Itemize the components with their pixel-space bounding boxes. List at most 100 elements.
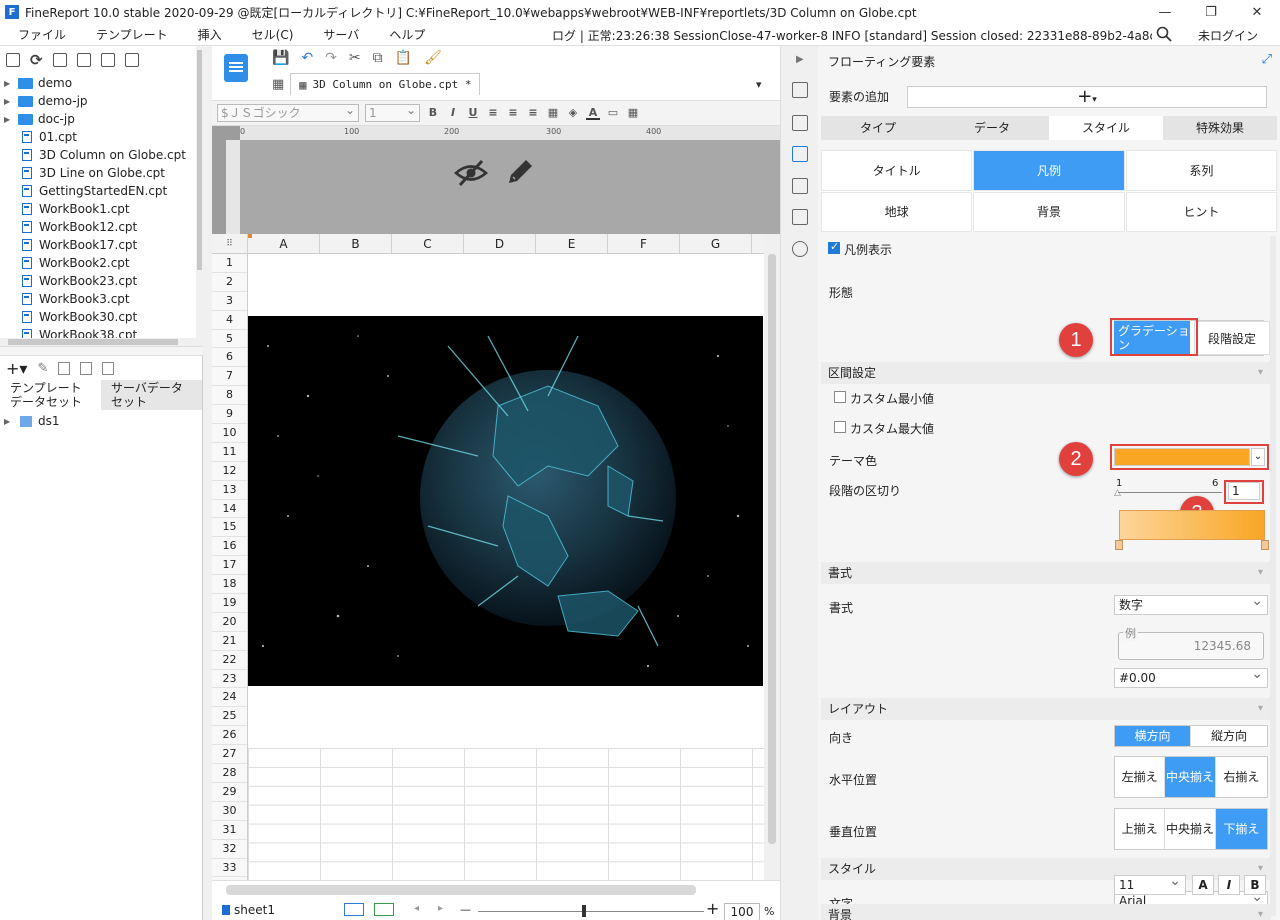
layout-section-header[interactable]: レイアウト — [821, 698, 1271, 720]
minimize-button[interactable]: — — [1142, 0, 1188, 24]
globe-chart[interactable] — [248, 316, 763, 686]
row-number[interactable]: 32 — [212, 840, 247, 859]
fill-color-icon[interactable]: ◈ — [566, 106, 580, 120]
vpos-top-option[interactable]: 上揃え — [1115, 809, 1166, 849]
column-g[interactable]: G — [680, 234, 752, 254]
align-center-icon[interactable]: ≡ — [506, 106, 520, 120]
tree-file[interactable]: WorkBook12.cpt — [0, 218, 196, 236]
row-number[interactable]: 25 — [212, 707, 247, 727]
preview-icon[interactable] — [80, 361, 93, 375]
menu-cell[interactable]: セル(C) — [234, 26, 306, 43]
row-number[interactable]: 3 — [212, 292, 247, 311]
grid-icon[interactable]: ▦ — [272, 77, 284, 92]
cell-element-icon[interactable] — [792, 115, 808, 131]
hpos-center-option[interactable]: 中央揃え — [1165, 757, 1216, 797]
row-number[interactable]: 5 — [212, 330, 247, 349]
row-number[interactable]: 2 — [212, 273, 247, 292]
italic-button[interactable]: I — [446, 106, 460, 120]
row-number[interactable]: 26 — [212, 726, 247, 746]
row-number[interactable]: 1 — [212, 254, 247, 273]
row-number[interactable]: 18 — [212, 575, 247, 595]
column-b[interactable]: B — [320, 234, 392, 254]
condition-icon[interactable] — [792, 209, 808, 225]
delete-icon[interactable] — [100, 53, 115, 67]
search-icon[interactable] — [1156, 26, 1172, 45]
expand-icon[interactable]: ▶ — [4, 79, 16, 88]
gradient-stop-right[interactable] — [1261, 540, 1269, 550]
tree-file[interactable]: WorkBook38.cpt — [0, 326, 196, 338]
tree-file[interactable]: WorkBook17.cpt — [0, 236, 196, 254]
subtab-background[interactable]: 背景 — [973, 191, 1125, 232]
settings-icon[interactable] — [76, 53, 91, 67]
tree-file[interactable]: WorkBook2.cpt — [0, 254, 196, 272]
row-number[interactable]: 13 — [212, 481, 247, 500]
widget-icon[interactable] — [792, 178, 808, 194]
tree-file[interactable]: 3D Column on Globe.cpt — [0, 146, 196, 164]
row-number[interactable]: 14 — [212, 500, 247, 519]
column-d[interactable]: D — [464, 234, 536, 254]
column-e[interactable]: E — [536, 234, 608, 254]
orient-vertical-option[interactable]: 縦方向 — [1191, 726, 1267, 746]
merge-icon[interactable]: ▭ — [606, 106, 620, 120]
row-number[interactable]: 17 — [212, 556, 247, 576]
menu-server[interactable]: サーバ — [305, 26, 371, 43]
add-sheet-icon[interactable] — [344, 903, 364, 916]
tab-server-dataset[interactable]: サーバデータ セット — [101, 380, 202, 410]
menu-template[interactable]: テンプレート — [78, 26, 180, 43]
row-number[interactable]: 19 — [212, 594, 247, 613]
row-number[interactable]: 7 — [212, 367, 247, 387]
row-number[interactable]: 10 — [212, 424, 247, 443]
format-section-header[interactable]: 書式 — [821, 562, 1271, 584]
tree-file[interactable]: WorkBook3.cpt — [0, 290, 196, 308]
tab-type[interactable]: タイプ — [821, 116, 935, 140]
row-number[interactable]: 27 — [212, 745, 247, 765]
zoom-out-button[interactable]: — — [460, 903, 471, 916]
new-folder-icon[interactable] — [6, 53, 20, 67]
row-number[interactable]: 15 — [212, 518, 247, 538]
subtab-legend[interactable]: 凡例 — [973, 150, 1125, 191]
subtab-title[interactable]: タイトル — [821, 150, 973, 191]
menu-help[interactable]: ヘルプ — [371, 26, 437, 43]
template-icon[interactable] — [52, 53, 67, 67]
column-f[interactable]: F — [608, 234, 680, 254]
gradient-stop-left[interactable] — [1115, 540, 1123, 550]
tree-hscrollbar[interactable] — [0, 338, 196, 346]
row-number[interactable]: 11 — [212, 443, 247, 462]
hide-eye-icon[interactable] — [454, 158, 488, 188]
format-painter-icon[interactable]: 🖌 — [424, 50, 442, 66]
step-slider-knob[interactable]: △ — [1114, 488, 1121, 498]
tab-template-dataset[interactable]: テンプレート データセット — [0, 380, 101, 410]
undo-icon[interactable]: ↶ — [301, 50, 313, 66]
row-number[interactable]: 23 — [212, 670, 247, 689]
menu-file[interactable]: ファイル — [0, 26, 78, 43]
redo-icon[interactable]: ↷ — [325, 50, 337, 66]
cell-attribute-icon[interactable] — [792, 82, 808, 98]
column-a[interactable]: A — [248, 234, 320, 254]
spreadsheet-grid[interactable]: ⠿ A B C D E F G 1 2 3 4 5 6 7 8 9 10 11 12 13 14 15 16 1… — [212, 234, 780, 880]
next-sheet-icon[interactable]: ▸ — [438, 903, 443, 914]
tree-file[interactable]: GettingStartedEN.cpt — [0, 182, 196, 200]
edit-icon[interactable]: ✎ — [37, 361, 48, 376]
legend-font-a-button[interactable]: A — [1192, 875, 1214, 895]
pattern-select[interactable]: #0.00 — [1114, 665, 1268, 688]
refresh-icon[interactable]: ⟳ — [30, 51, 43, 69]
tree-folder[interactable]: ▶ doc-jp — [0, 110, 196, 128]
border-icon[interactable]: ▦ — [546, 106, 560, 120]
tree-folder[interactable]: ▶ demo-jp — [0, 92, 196, 110]
subtab-tooltip[interactable]: ヒント — [1125, 191, 1277, 232]
left-splitter[interactable] — [203, 46, 212, 920]
orient-horizontal-option[interactable]: 横方向 — [1115, 726, 1191, 746]
column-c[interactable]: C — [392, 234, 464, 254]
tree-file[interactable]: WorkBook1.cpt — [0, 200, 196, 218]
panel-scrollbar[interactable] — [1270, 236, 1276, 916]
row-number[interactable]: 6 — [212, 348, 247, 368]
row-number[interactable]: 8 — [212, 386, 247, 406]
bold-button[interactable]: B — [426, 106, 440, 120]
sheet-tab[interactable]: sheet1 — [222, 901, 275, 919]
login-status[interactable]: 未ログイン — [1198, 27, 1258, 44]
split-icon[interactable]: ▦ — [626, 106, 640, 120]
row-number[interactable]: 9 — [212, 405, 247, 425]
row-number[interactable]: 24 — [212, 688, 247, 708]
zoom-slider[interactable] — [478, 911, 704, 912]
tree-file[interactable]: WorkBook30.cpt — [0, 308, 196, 326]
